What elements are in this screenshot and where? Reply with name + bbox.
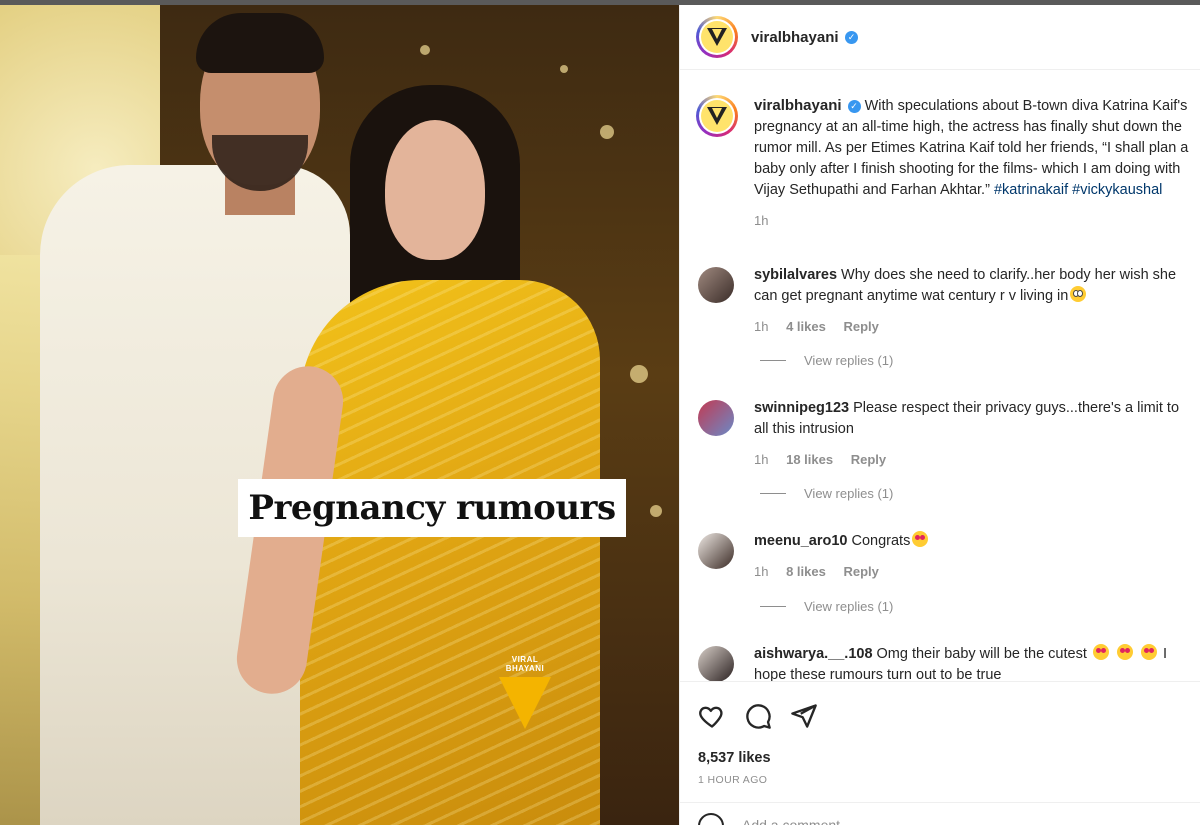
- heart-eyes-emoji-icon: [912, 531, 929, 547]
- comment-text: Omg their baby will be the cutest: [876, 646, 1087, 662]
- post-actions: 8,537 likes 1 HOUR AGO Add a comment...: [680, 681, 1200, 825]
- rolling-eyes-emoji-icon: [1070, 286, 1087, 302]
- comment: sybilalvares Why does she need to clarify…: [754, 265, 1194, 337]
- bokeh-light: [600, 125, 614, 139]
- commenter-avatar[interactable]: [698, 400, 734, 436]
- bokeh-light: [560, 65, 568, 73]
- comment-meta: 1h 8 likes Reply: [754, 561, 1194, 582]
- caption-author-avatar[interactable]: [696, 95, 738, 137]
- reply-button[interactable]: Reply: [851, 452, 886, 467]
- comment: swinnipeg123 Please respect their privacy…: [754, 398, 1194, 470]
- caption-meta: 1h: [754, 210, 1194, 231]
- comment-likes[interactable]: 4 likes: [786, 319, 826, 334]
- commenter-avatar[interactable]: [698, 646, 734, 681]
- comment: meenu_aro10 Congrats 1h 8 likes Reply: [754, 531, 1194, 582]
- bokeh-light: [420, 45, 430, 55]
- replies-divider: [760, 360, 786, 361]
- comment-time: 1h: [754, 564, 769, 579]
- reply-button[interactable]: Reply: [843, 564, 878, 579]
- watermark: VIRAL BHAYANI: [495, 655, 555, 729]
- smiley-icon[interactable]: [698, 813, 724, 825]
- author-username[interactable]: viralbhayani: [751, 29, 839, 46]
- watermark-logo-icon: [499, 677, 551, 729]
- view-replies-label[interactable]: View replies (1): [804, 599, 893, 614]
- reply-button[interactable]: Reply: [843, 319, 878, 334]
- comment-time: 1h: [754, 452, 769, 467]
- man-hair: [196, 13, 324, 73]
- image-caption-box: Pregnancy rumours: [238, 479, 626, 537]
- comment-meta: 1h 18 likes Reply: [754, 449, 1194, 470]
- verified-badge-icon: ✓: [845, 31, 858, 45]
- bokeh-light: [630, 365, 648, 383]
- comment-likes[interactable]: 18 likes: [786, 452, 833, 467]
- comment-meta: 1h 4 likes Reply: [754, 316, 1194, 337]
- caption-username[interactable]: viralbhayani: [754, 97, 842, 114]
- comment-time: 1h: [754, 319, 769, 334]
- replies-divider: [760, 606, 786, 607]
- post-header: viralbhayani ✓: [680, 5, 1200, 70]
- view-replies-button[interactable]: View replies (1): [760, 486, 893, 501]
- view-replies-label[interactable]: View replies (1): [804, 353, 893, 368]
- author-name-row: viralbhayani ✓: [751, 29, 858, 47]
- watermark-text: VIRAL BHAYANI: [505, 655, 545, 673]
- saree-sequins: [300, 280, 600, 825]
- view-replies-label[interactable]: View replies (1): [804, 486, 893, 501]
- heart-eyes-emoji-icon: [1116, 644, 1133, 660]
- share-icon[interactable]: [790, 702, 818, 730]
- post-timestamp: 1 HOUR AGO: [698, 774, 768, 786]
- post-panel: viralbhayani ✓ viralbhayani ✓ With specu…: [679, 5, 1200, 825]
- view-replies-button[interactable]: View replies (1): [760, 353, 893, 368]
- commenter-avatar[interactable]: [698, 267, 734, 303]
- bokeh-light: [650, 505, 662, 517]
- author-avatar[interactable]: [696, 16, 738, 58]
- verified-badge-icon: ✓: [847, 99, 861, 113]
- likes-count[interactable]: 8,537 likes: [698, 750, 771, 766]
- post-image[interactable]: Pregnancy rumours VIRAL BHAYANI: [0, 5, 679, 825]
- add-comment-input[interactable]: Add a comment...: [742, 817, 852, 825]
- image-caption-text: Pregnancy rumours: [248, 488, 616, 528]
- comment-icon[interactable]: [744, 702, 772, 730]
- woman-face: [385, 120, 485, 260]
- replies-divider: [760, 493, 786, 494]
- add-comment-bar: Add a comment...: [680, 802, 1200, 825]
- comment-likes[interactable]: 8 likes: [786, 564, 826, 579]
- comment-username[interactable]: aishwarya.__.108: [754, 646, 873, 662]
- caption-hashtags[interactable]: #katrinakaif #vickykaushal: [994, 182, 1162, 198]
- comment-username[interactable]: swinnipeg123: [754, 400, 849, 416]
- comment-username[interactable]: meenu_aro10: [754, 533, 848, 549]
- heart-eyes-emoji-icon: [1092, 644, 1109, 660]
- comment: aishwarya.__.108 Omg their baby will be t…: [754, 644, 1194, 681]
- caption-time: 1h: [754, 213, 769, 228]
- commenter-avatar[interactable]: [698, 533, 734, 569]
- heart-icon[interactable]: [698, 702, 726, 730]
- heart-eyes-emoji-icon: [1140, 644, 1157, 660]
- view-replies-button[interactable]: View replies (1): [760, 599, 893, 614]
- comment-text: Congrats: [851, 533, 911, 549]
- post-caption: viralbhayani ✓ With speculations about B…: [754, 95, 1194, 231]
- comment-username[interactable]: sybilalvares: [754, 267, 837, 283]
- comments-list[interactable]: viralbhayani ✓ With speculations about B…: [680, 71, 1200, 681]
